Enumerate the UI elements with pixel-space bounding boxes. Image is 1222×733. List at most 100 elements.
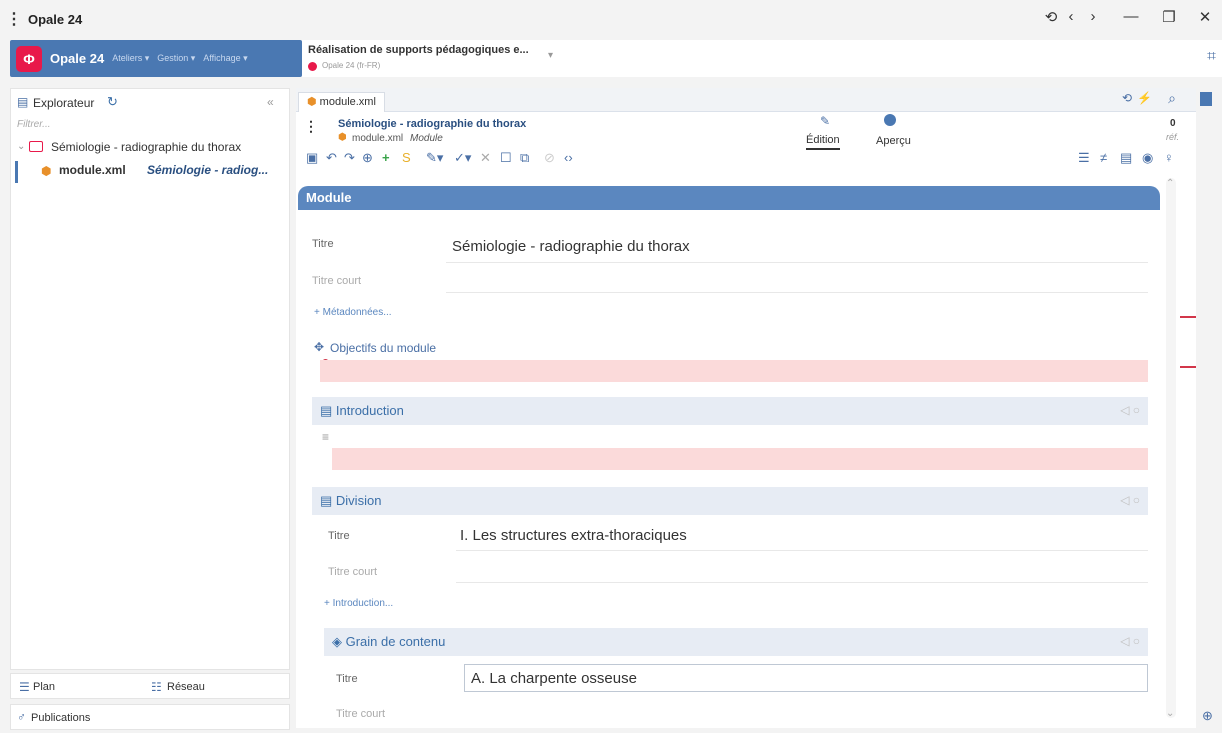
pen-icon[interactable]: ✎▾ xyxy=(426,150,443,166)
menu-ateliers[interactable]: Ateliers ▾ xyxy=(112,53,149,64)
introduction-title: ▤ Introduction xyxy=(320,403,404,418)
tree-folder-label[interactable]: Sémiologie - radiographie du thorax xyxy=(51,140,241,154)
grain-titre-input[interactable]: A. La charpente osseuse xyxy=(464,664,1148,692)
introduction-empty-field[interactable] xyxy=(332,448,1148,470)
title-bar: ⋮ Opale 24 xyxy=(0,0,1222,38)
add-icon[interactable]: + xyxy=(382,150,390,165)
editor-scrollbar[interactable]: ⌃ ⌄ xyxy=(1160,178,1196,728)
division-titre-input[interactable]: I. Les structures extra-thoraciques xyxy=(460,527,687,544)
list-icon[interactable]: ▤ xyxy=(1120,150,1132,166)
explorer-panel: ▤ Explorateur ↻ « Filtrer... ⌄ Sémiologi… xyxy=(10,88,290,670)
editor-tab-bar: ⬢ module.xml ⟲ ⚡ ⌕ xyxy=(296,88,1196,112)
sync-icon[interactable]: ⟲ xyxy=(1040,8,1062,26)
reseau-tab[interactable]: Réseau xyxy=(167,681,205,693)
titre-court-input[interactable] xyxy=(446,292,1148,293)
menu-affichage[interactable]: Affichage ▾ xyxy=(203,53,247,64)
project-title[interactable]: Réalisation de supports pédagogiques e..… xyxy=(308,44,529,56)
underline-icon[interactable]: ✓▾ xyxy=(454,150,471,166)
tab-module-xml[interactable]: ⬢ module.xml xyxy=(298,92,385,112)
folder-expand-icon[interactable]: ⌄ xyxy=(17,141,25,152)
doc-sub-file: module.xml xyxy=(352,133,404,144)
bookmark-icon[interactable] xyxy=(1200,92,1212,106)
section-tag-icon[interactable]: ◁ ○ xyxy=(1120,634,1140,648)
reseau-icon: ☷ xyxy=(151,680,162,694)
objectifs-label: Objectifs du module xyxy=(330,341,437,355)
fullscreen-icon[interactable]: ⌗ xyxy=(1207,48,1216,66)
introduction-link[interactable]: + Introduction... xyxy=(324,598,393,609)
division-titre-underline xyxy=(456,550,1148,551)
module-titre-input[interactable]: Sémiologie - radiographie du thorax xyxy=(452,238,690,255)
grain-title-text: Grain de contenu xyxy=(345,634,446,649)
search-icon[interactable]: ⌕ xyxy=(1168,90,1176,107)
plan-tab[interactable]: Plan xyxy=(33,681,55,693)
tab-label: module.xml xyxy=(319,96,376,108)
explorer-icon: ▤ xyxy=(17,95,29,109)
division-titre-court-label: Titre court xyxy=(328,566,378,578)
filter-input[interactable]: Filtrer... xyxy=(17,119,51,130)
project-dropdown-icon[interactable]: ▾ xyxy=(548,50,553,61)
text-style-icon[interactable]: S xyxy=(402,150,411,165)
objectifs-empty-field[interactable] xyxy=(320,360,1148,382)
grain-titre-value: A. La charpente osseuse xyxy=(471,670,637,687)
publications-bar: ♂ Publications xyxy=(10,704,290,730)
comment-icon[interactable]: ☐ xyxy=(500,150,512,166)
section-tag-icon[interactable]: ◁ ○ xyxy=(1120,403,1140,417)
grain-title: ◈ Grain de contenu xyxy=(332,634,446,649)
duplicate-icon[interactable]: ⧉ xyxy=(520,150,529,166)
doc-file-icon: ⬢ xyxy=(338,132,347,143)
collapse-panel-icon[interactable]: « xyxy=(267,95,274,109)
refresh-icon[interactable]: ↻ xyxy=(107,94,118,110)
scroll-track[interactable] xyxy=(1166,178,1176,718)
history-icon[interactable]: ⟲ xyxy=(1122,91,1132,105)
target-icon[interactable]: ⊕ xyxy=(362,150,373,166)
tree-file-name[interactable]: module.xml xyxy=(59,163,126,177)
ref-count: 0 xyxy=(1170,118,1176,129)
section-tag-icon[interactable]: ◁ ○ xyxy=(1120,493,1140,507)
diff-icon[interactable]: ≠ xyxy=(1100,150,1107,165)
division-titre-court-input[interactable] xyxy=(456,582,1148,583)
flash-icon[interactable]: ⚡ xyxy=(1137,91,1152,105)
app-name: Opale 24 xyxy=(50,51,105,66)
apercu-mode-button[interactable]: Aperçu xyxy=(876,135,911,147)
app-bar: Φ Opale 24 Ateliers ▾ Gestion ▾ Affichag… xyxy=(10,40,302,77)
minimize-button[interactable]: — xyxy=(1120,8,1142,25)
code-icon[interactable]: ‹› xyxy=(564,150,573,165)
doc-title: Sémiologie - radiographie du thorax xyxy=(338,118,527,130)
app-menu-icon[interactable]: ⋮ xyxy=(0,9,28,29)
doc-menu-icon[interactable]: ⋮ xyxy=(304,118,318,135)
grain-section-header: ◈ Grain de contenu ◁ ○ xyxy=(324,628,1148,656)
project-status-icon xyxy=(308,62,317,71)
forward-icon[interactable]: › xyxy=(1082,8,1104,25)
error-marker xyxy=(1180,366,1196,368)
menu-gestion[interactable]: Gestion ▾ xyxy=(157,53,195,64)
doc-sub-type: Module xyxy=(410,133,443,144)
maximize-button[interactable]: ❐ xyxy=(1158,8,1180,26)
zoom-icon[interactable]: ⊕ xyxy=(1202,708,1213,724)
division-title: ▤ Division xyxy=(320,493,382,508)
visibility-icon[interactable]: ◉ xyxy=(1142,150,1153,166)
delete-icon[interactable]: ✕ xyxy=(480,150,491,166)
edition-mode-button[interactable]: Édition xyxy=(806,134,840,150)
objectives-icon: ✥ xyxy=(314,340,325,354)
paragraph-icon: ≡ xyxy=(322,430,330,444)
tree-file-title[interactable]: Sémiologie - radiog... xyxy=(147,163,268,177)
metadonnees-link[interactable]: + Métadonnées... xyxy=(314,307,392,318)
scroll-down-icon[interactable]: ⌄ xyxy=(1166,708,1174,719)
division-titre-label: Titre xyxy=(328,530,350,542)
window-title: Opale 24 xyxy=(28,11,83,27)
close-button[interactable]: ✕ xyxy=(1194,8,1216,26)
undo-icon[interactable]: ↶ xyxy=(326,150,337,166)
division-title-text: Division xyxy=(335,493,382,508)
link-icon[interactable]: ⊘ xyxy=(544,150,555,166)
module-header: Module xyxy=(298,186,1160,210)
scroll-up-icon[interactable]: ⌃ xyxy=(1166,178,1174,189)
introduction-section-header: ▤ Introduction ◁ ○ xyxy=(312,397,1148,425)
save-icon[interactable]: ▣ xyxy=(306,150,318,166)
explorer-title: Explorateur xyxy=(33,96,95,110)
back-icon[interactable]: ‹ xyxy=(1060,8,1082,25)
redo-icon[interactable]: ↷ xyxy=(344,150,355,166)
publications-tab[interactable]: Publications xyxy=(31,712,90,724)
error-marker xyxy=(1180,316,1196,318)
pin-icon[interactable]: ♀ xyxy=(1164,150,1174,165)
format-icon[interactable]: ☰ xyxy=(1078,150,1090,166)
